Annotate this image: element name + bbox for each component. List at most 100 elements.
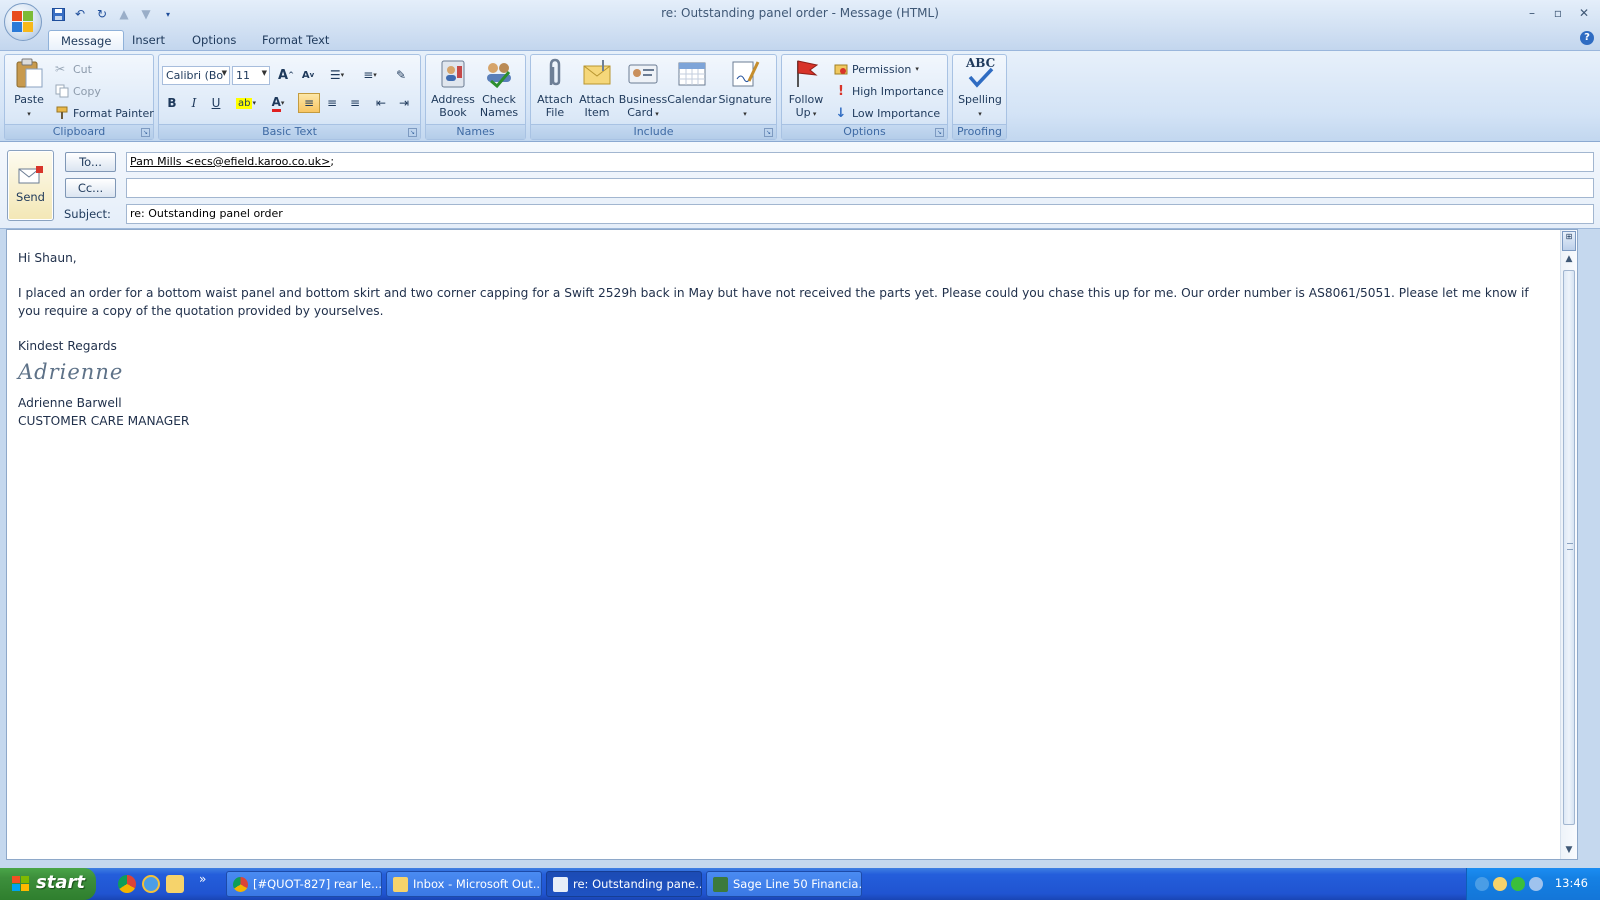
spelling-button[interactable]: ABC Spelling ▾	[955, 57, 1005, 121]
check-names-button[interactable]: Check Names	[476, 57, 522, 119]
to-recipient[interactable]: Pam Mills <ecs@efield.karoo.co.uk>	[130, 155, 330, 168]
increase-indent-icon[interactable]: ⇥	[393, 93, 415, 113]
cut-label: Cut	[73, 62, 92, 76]
office-button[interactable]	[4, 3, 42, 41]
business-card-icon	[628, 64, 658, 84]
taskbar-item-message[interactable]: re: Outstanding pane...	[546, 871, 702, 897]
font-name-combo[interactable]: Calibri (Bo ▼	[162, 66, 230, 85]
body-paragraph: I placed an order for a bottom waist pan…	[18, 286, 1529, 318]
check-names-icon	[487, 63, 511, 89]
help-icon[interactable]: ?	[1580, 31, 1594, 45]
message-icon	[553, 877, 568, 892]
tray-network-icon[interactable]	[1529, 877, 1543, 891]
grow-font-icon[interactable]: A ^	[275, 65, 297, 85]
align-center-icon[interactable]: ≡	[321, 93, 343, 113]
italic-icon[interactable]: I	[183, 93, 205, 113]
names-group-label: Names	[426, 124, 525, 139]
follow-up-button[interactable]: Follow Up ▾	[785, 57, 827, 121]
closing: Kindest Regards	[18, 339, 117, 353]
tab-insert[interactable]: Insert	[120, 30, 177, 50]
address-book-button[interactable]: Address Book	[430, 57, 476, 119]
high-importance-button[interactable]: ! High Importance	[834, 81, 944, 101]
send-button[interactable]: Send	[7, 150, 54, 221]
message-header: Send To... Cc... Subject: Pam Mills <ecs…	[0, 142, 1600, 229]
subject-field[interactable]: re: Outstanding panel order	[126, 204, 1594, 224]
tab-message[interactable]: Message	[48, 30, 125, 50]
maximize-icon[interactable]: ▫	[1546, 4, 1570, 22]
cc-button[interactable]: Cc...	[65, 178, 116, 198]
taskbar-item-label: re: Outstanding pane...	[573, 877, 702, 891]
font-color-icon[interactable]: A ▾	[263, 93, 293, 113]
bold-icon[interactable]: B	[161, 93, 183, 113]
clear-formatting-icon[interactable]: ✎	[390, 65, 412, 85]
split-view-icon[interactable]: ⊞	[1562, 231, 1576, 251]
taskbar: start » [#QUOT-827] rear le... Inbox - M…	[0, 868, 1600, 900]
size-dropdown-icon: ▼	[261, 69, 267, 77]
copy-icon	[55, 84, 69, 98]
tray-status-icon[interactable]	[1511, 877, 1525, 891]
tray-outlook-icon[interactable]	[1493, 877, 1507, 891]
tab-format-text[interactable]: Format Text	[250, 30, 341, 50]
bullets-icon[interactable]: ☰ ▾	[322, 65, 352, 85]
cc-field[interactable]	[126, 178, 1594, 198]
clipboard-launcher-icon[interactable]: ↘	[141, 128, 150, 137]
business-card-button[interactable]: Business Card ▾	[618, 57, 668, 121]
basic-text-launcher-icon[interactable]: ↘	[408, 128, 417, 137]
to-field[interactable]: Pam Mills <ecs@efield.karoo.co.uk>;	[126, 152, 1594, 172]
chrome-icon[interactable]	[118, 875, 136, 893]
address-book-icon	[441, 60, 465, 88]
scroll-up-icon[interactable]: ▲	[1562, 252, 1576, 266]
taskbar-item-label: [#QUOT-827] rear le...	[253, 877, 382, 891]
subject-label: Subject:	[64, 207, 111, 221]
quick-launch-more-icon[interactable]: »	[199, 872, 206, 886]
signature-button[interactable]: Signature ▾	[718, 57, 772, 121]
scroll-down-icon[interactable]: ▼	[1562, 843, 1576, 857]
envelope-icon	[583, 60, 611, 85]
paste-button[interactable]: Paste ▾	[9, 57, 49, 121]
taskbar-item-chrome[interactable]: [#QUOT-827] rear le...	[226, 871, 382, 897]
taskbar-item-sage[interactable]: Sage Line 50 Financia...	[706, 871, 862, 897]
cut-button[interactable]: ✂ Cut	[55, 59, 92, 79]
taskbar-item-label: Sage Line 50 Financia...	[733, 877, 862, 891]
numbering-icon[interactable]: ≡ ▾	[355, 65, 385, 85]
font-size-combo[interactable]: 11 ▼	[232, 66, 270, 85]
taskbar-item-inbox[interactable]: Inbox - Microsoft Out...	[386, 871, 542, 897]
scroll-thumb[interactable]	[1563, 270, 1575, 825]
outlook-quicklaunch-icon[interactable]	[166, 875, 184, 893]
attach-item-label-1: Attach	[579, 93, 615, 106]
calendar-button[interactable]: Calendar	[667, 57, 717, 106]
message-body[interactable]: Hi Shaun, I placed an order for a bottom…	[18, 249, 1548, 430]
tab-options[interactable]: Options	[180, 30, 248, 50]
shrink-font-icon[interactable]: Av	[297, 65, 319, 85]
clipboard-group-label: Clipboard	[5, 124, 153, 139]
low-importance-button[interactable]: ↓ Low Importance	[834, 103, 941, 123]
attach-item-button[interactable]: Attach Item	[576, 57, 618, 119]
permission-button[interactable]: Permission ▾	[834, 59, 919, 79]
signature-label: Signature	[718, 93, 772, 106]
align-left-icon[interactable]: ≡	[298, 93, 320, 113]
to-button[interactable]: To...	[65, 152, 116, 172]
underline-icon[interactable]: U	[205, 93, 227, 113]
start-button[interactable]: start	[0, 868, 96, 900]
attach-file-button[interactable]: Attach File	[534, 57, 576, 119]
internet-explorer-icon[interactable]	[142, 875, 160, 893]
include-group: Attach File Attach Item Business Card ▾ Cal…	[530, 54, 777, 140]
decrease-indent-icon[interactable]: ⇤	[370, 93, 392, 113]
high-importance-label: High Importance	[852, 84, 944, 98]
window-title: re: Outstanding panel order - Message (H…	[661, 6, 939, 20]
copy-button[interactable]: Copy	[55, 81, 101, 101]
options-launcher-icon[interactable]: ↘	[935, 128, 944, 137]
close-icon[interactable]: ✕	[1572, 4, 1596, 22]
tray-expand-icon[interactable]	[1475, 877, 1489, 891]
format-painter-button[interactable]: Format Painter	[55, 103, 154, 123]
highlight-icon[interactable]: ab ▾	[231, 93, 261, 113]
minimize-icon[interactable]: –	[1520, 4, 1544, 22]
signature-icon	[732, 61, 760, 87]
message-body-editor[interactable]: Hi Shaun, I placed an order for a bottom…	[6, 229, 1578, 860]
font-dropdown-icon: ▼	[221, 69, 227, 77]
align-right-icon[interactable]: ≡	[344, 93, 366, 113]
vertical-scrollbar[interactable]: ⊞ ▲ ▼	[1560, 230, 1577, 859]
include-launcher-icon[interactable]: ↘	[764, 128, 773, 137]
system-tray: 13:46	[1466, 868, 1600, 900]
signature-script: Adrienne	[18, 360, 124, 384]
